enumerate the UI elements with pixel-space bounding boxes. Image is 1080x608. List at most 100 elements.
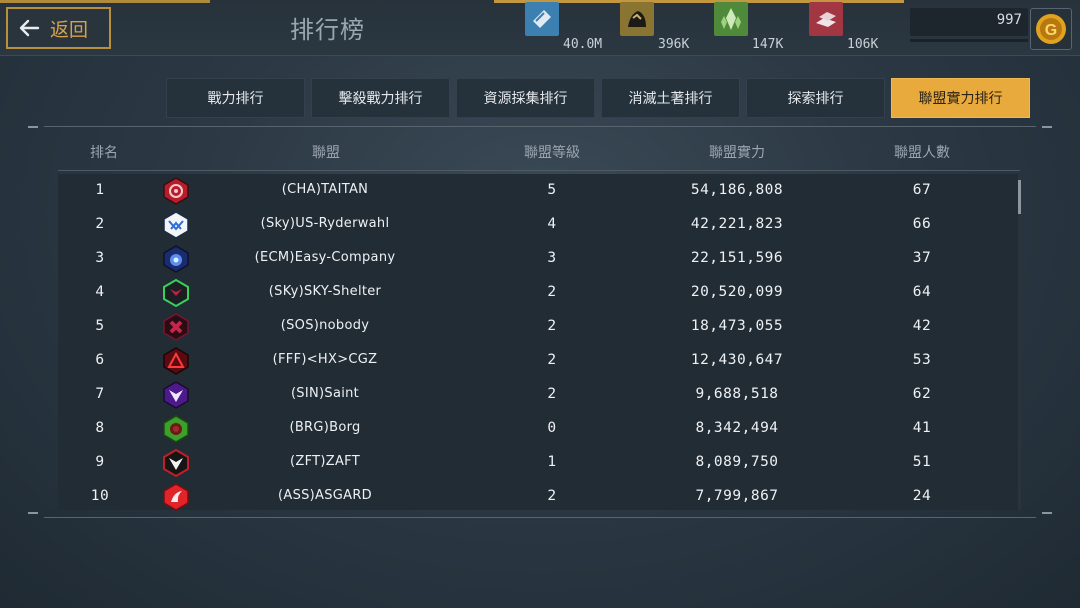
table-row[interactable]: 5 (SOS)nobody 2 18,473,055 42 [58,310,1018,344]
table-header: 排名 聯盟 聯盟等級 聯盟實力 聯盟人數 [58,138,1020,166]
corner-tick [1042,512,1052,514]
resource-crystal[interactable]: 40.0M [525,2,602,52]
red-triangle-crest-icon [163,347,189,375]
crystal-vial-icon [525,2,559,36]
top-bar: 返回 排行榜 40.0M 396K 147K 106K 997 G [0,0,1080,56]
level-cell: 1 [547,454,557,470]
alliance-name-cell: (Sky)US-Ryderwahl [260,216,390,231]
purple-crest-icon [163,381,189,409]
members-cell: 41 [912,420,932,436]
page-title: 排行榜 [290,16,365,44]
table-row[interactable]: 10 (ASS)ASGARD 2 7,799,867 24 [58,480,1018,514]
level-cell: 0 [547,420,557,436]
table-row[interactable]: 3 (ECM)Easy-Company 3 22,151,596 37 [58,242,1018,276]
resource-value: 147K [752,37,784,52]
table-row[interactable]: 8 (BRG)Borg 0 8,342,494 41 [58,412,1018,446]
panel-bottom-border [44,517,1036,518]
rank-cell: 3 [95,250,105,266]
level-cell: 3 [547,250,557,266]
members-cell: 51 [912,454,932,470]
corner-tick [28,126,38,128]
level-cell: 5 [547,182,557,198]
power-cell: 12,430,647 [690,352,784,368]
tab-kill-power-ranking[interactable]: 擊殺戰力排行 [311,78,450,118]
back-arrow-icon [19,19,40,37]
power-cell: 8,089,750 [695,454,779,470]
red-white-crest-icon [163,483,189,511]
rank-cell: 7 [95,386,105,402]
black-red-crest-icon [163,449,189,477]
panel-top-border [44,126,1036,127]
rank-cell: 5 [95,318,105,334]
table-row[interactable]: 9 (ZFT)ZAFT 1 8,089,750 51 [58,446,1018,480]
table-row[interactable]: 6 (FFF)<HX>CGZ 2 12,430,647 53 [58,344,1018,378]
gold-coin-icon: G [1036,14,1066,44]
corner-tick [1042,126,1052,128]
members-cell: 24 [912,488,932,504]
column-header-power: 聯盟實力 [709,145,765,161]
resource-ore[interactable]: 396K [620,2,689,52]
alliance-name-cell: (ZFT)ZAFT [290,454,360,469]
members-cell: 53 [912,352,932,368]
ore-icon [620,2,654,36]
column-header-level: 聯盟等級 [524,145,580,161]
scrollbar-track[interactable] [1018,174,1021,510]
tab-alliance-power-ranking[interactable]: 聯盟實力排行 [891,78,1030,118]
members-cell: 64 [912,284,932,300]
members-cell: 62 [912,386,932,402]
rank-cell: 8 [95,420,105,436]
alliance-name-cell: (ECM)Easy-Company [254,250,396,265]
power-cell: 8,342,494 [695,420,779,436]
alliance-name-cell: (SIN)Saint [290,386,360,401]
resource-value: 396K [658,37,690,52]
power-cell: 22,151,596 [690,250,784,266]
rank-cell: 1 [95,182,105,198]
rank-cell: 9 [95,454,105,470]
gold-bar [910,39,1028,42]
tab-native-elimination-ranking[interactable]: 消滅土著排行 [601,78,740,118]
back-label: 返回 [50,18,89,41]
table-row[interactable]: 4 (SKy)SKY-Shelter 2 20,520,099 64 [58,276,1018,310]
level-cell: 2 [547,318,557,334]
resource-green-crystal[interactable]: 147K [714,2,783,52]
column-header-members: 聯盟人數 [894,145,950,161]
dark-red-crest-icon [163,313,189,341]
members-cell: 66 [912,216,932,232]
blue-crest-icon [163,245,189,273]
power-cell: 18,473,055 [690,318,784,334]
level-cell: 4 [547,216,557,232]
gold-balance: 997 [910,8,1028,42]
scrollbar-thumb[interactable] [1018,180,1021,214]
resource-metal[interactable]: 106K [809,2,878,52]
tab-power-ranking[interactable]: 戰力排行 [166,78,305,118]
tab-resource-gathering-ranking[interactable]: 資源採集排行 [456,78,595,118]
level-cell: 2 [547,488,557,504]
level-cell: 2 [547,386,557,402]
power-cell: 42,221,823 [690,216,784,232]
metal-ingot-icon [809,2,843,36]
tab-exploration-ranking[interactable]: 探索排行 [746,78,885,118]
alliance-name-cell: (FFF)<HX>CGZ [272,352,378,367]
level-cell: 2 [547,352,557,368]
back-button[interactable]: 返回 [6,7,111,49]
gold-coin-button[interactable]: G [1030,8,1072,50]
alliance-name-cell: (SOS)nobody [280,318,370,333]
table-row[interactable]: 2 (Sky)US-Ryderwahl 4 42,221,823 66 [58,208,1018,242]
red-crest-icon [163,177,189,205]
svg-text:G: G [1045,22,1057,39]
alliance-name-cell: (CHA)TAITAN [281,182,369,197]
ranking-table[interactable]: 1 (CHA)TAITAN 5 54,186,808 67 2 (Sky)US-… [58,174,1020,511]
header-divider [58,170,1020,171]
table-row[interactable]: 7 (SIN)Saint 2 9,688,518 62 [58,378,1018,412]
alliance-name-cell: (ASS)ASGARD [278,488,372,503]
rank-cell: 6 [95,352,105,368]
gold-value: 997 [996,12,1022,28]
members-cell: 42 [912,318,932,334]
column-header-rank: 排名 [90,145,118,161]
level-cell: 2 [547,284,557,300]
column-header-alliance: 聯盟 [312,145,340,161]
rank-cell: 2 [95,216,105,232]
table-row[interactable]: 1 (CHA)TAITAN 5 54,186,808 67 [58,174,1018,208]
resource-value: 40.0M [563,37,603,52]
power-cell: 9,688,518 [695,386,779,402]
